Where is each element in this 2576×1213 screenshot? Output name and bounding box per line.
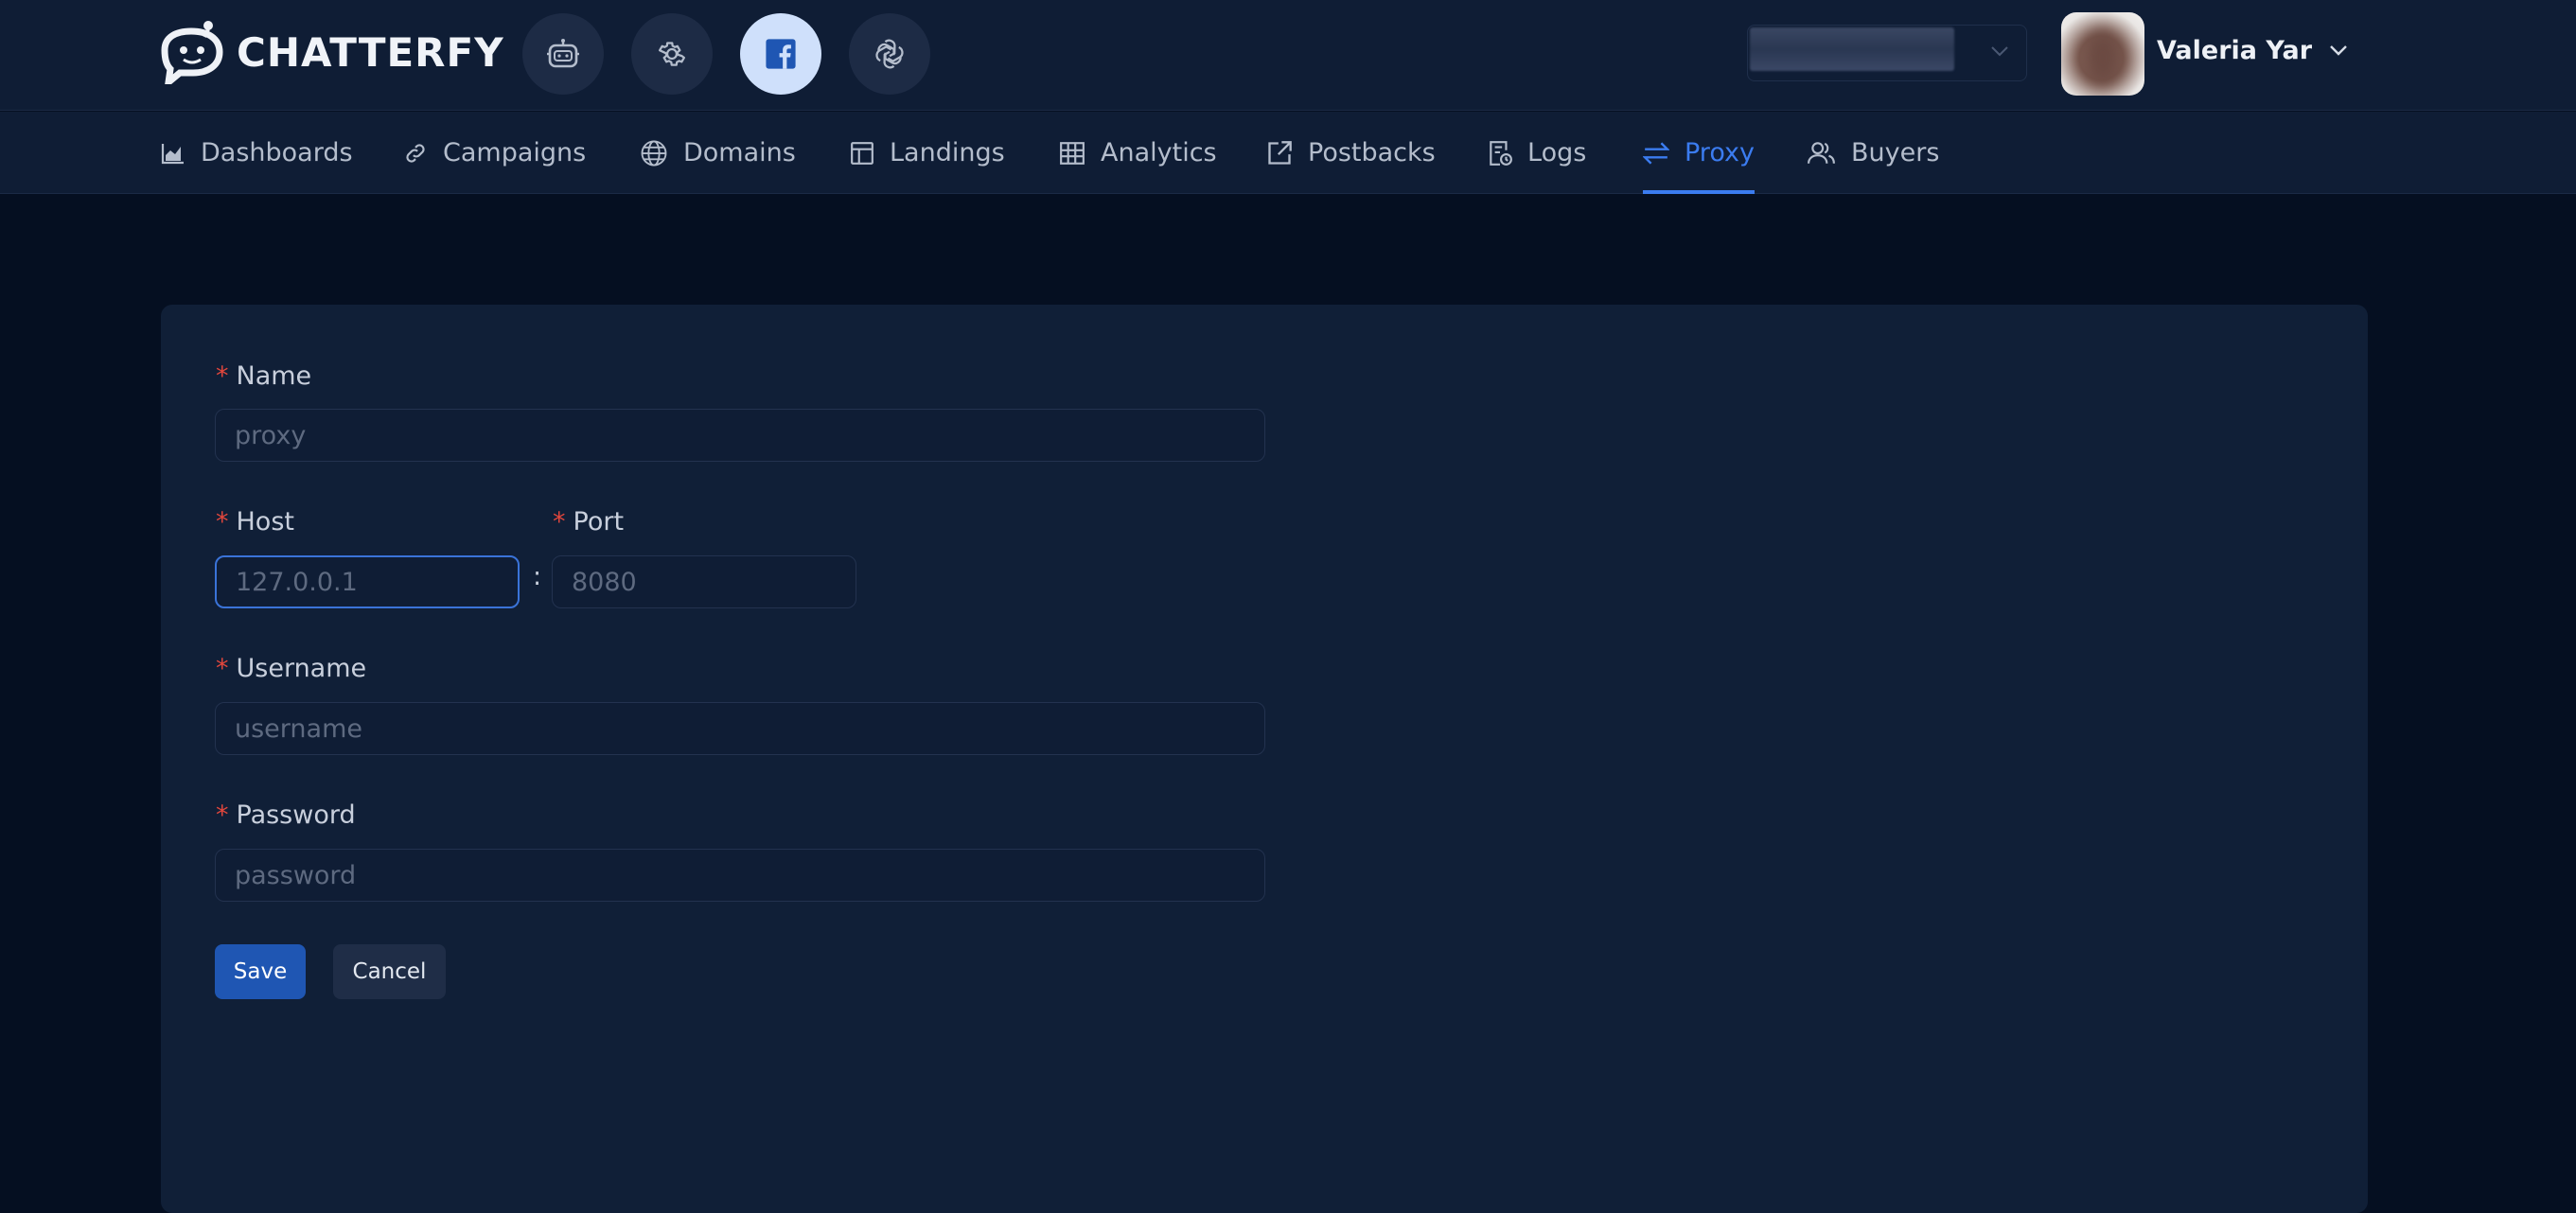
- nav-item-label: Buyers: [1851, 138, 1940, 167]
- bot-tool-button[interactable]: [522, 13, 604, 95]
- required-mark: *: [216, 654, 229, 683]
- nav-item-label: Postbacks: [1308, 138, 1436, 167]
- chevron-down-icon: [1991, 46, 2008, 57]
- chart-icon: [161, 143, 184, 164]
- nav-item-proxy[interactable]: Proxy: [1643, 112, 1755, 194]
- external-link-icon: [1268, 140, 1292, 165]
- globe-icon: [641, 140, 667, 166]
- nav-item-postbacks[interactable]: Postbacks: [1266, 112, 1436, 194]
- top-bar: CHATTERFY Valeria Yar: [0, 0, 2576, 111]
- table-icon: [1060, 141, 1085, 165]
- log-file-icon: [1490, 140, 1512, 166]
- settings-tool-button[interactable]: [631, 13, 713, 95]
- nav-item-domains[interactable]: Domains: [640, 112, 796, 194]
- openai-icon: [875, 39, 904, 69]
- name-label: * Name: [216, 361, 312, 391]
- brand-name: CHATTERFY: [237, 28, 504, 76]
- username-label: * Username: [216, 654, 367, 683]
- nav-item-logs[interactable]: Logs: [1488, 112, 1586, 194]
- password-label: * Password: [216, 800, 356, 830]
- name-input[interactable]: [215, 409, 1265, 462]
- host-port-separator: :: [533, 562, 542, 591]
- proxy-form-card: *Name *Host : *Port *Username *Password …: [161, 305, 2368, 1213]
- cancel-button[interactable]: Cancel: [333, 944, 446, 999]
- nav-item-label: Landings: [890, 138, 1005, 167]
- nav-item-label: Campaigns: [443, 138, 587, 167]
- nav-item-landings[interactable]: Landings: [850, 112, 1005, 194]
- users-icon: [1808, 141, 1835, 164]
- swap-icon: [1643, 141, 1669, 165]
- nav-item-dashboards[interactable]: Dashboards: [161, 112, 353, 194]
- host-label: * Host: [216, 507, 294, 536]
- required-mark: *: [216, 507, 229, 536]
- chevron-down-icon[interactable]: [2328, 44, 2349, 57]
- layout-icon: [851, 141, 873, 165]
- required-mark: *: [216, 361, 229, 391]
- gear-icon: [658, 42, 686, 66]
- facebook-icon: [766, 39, 796, 69]
- robot-icon: [547, 39, 579, 68]
- nav-item-label: Proxy: [1685, 138, 1755, 167]
- brand-logo[interactable]: CHATTERFY: [159, 19, 504, 85]
- user-name[interactable]: Valeria Yar: [2157, 36, 2312, 65]
- facebook-tool-button[interactable]: [740, 13, 821, 95]
- host-input[interactable]: [215, 555, 520, 608]
- chatbot-logo-icon: [161, 21, 223, 84]
- workspace-select[interactable]: [1747, 25, 2027, 81]
- main-nav: Dashboards Campaigns Domains Landings An…: [0, 112, 2576, 194]
- nav-item-buyers[interactable]: Buyers: [1808, 112, 1939, 194]
- avatar[interactable]: [2061, 12, 2144, 96]
- port-input[interactable]: [552, 555, 856, 608]
- nav-item-analytics[interactable]: Analytics: [1059, 112, 1217, 194]
- nav-item-label: Dashboards: [201, 138, 353, 167]
- required-mark: *: [216, 800, 229, 830]
- nav-item-label: Analytics: [1101, 138, 1217, 167]
- save-button[interactable]: Save: [215, 944, 306, 999]
- workspace-name-redacted: [1750, 27, 1954, 71]
- link-icon: [406, 143, 425, 163]
- required-mark: *: [553, 507, 566, 536]
- openai-tool-button[interactable]: [849, 13, 930, 95]
- nav-item-label: Domains: [683, 138, 796, 167]
- username-input[interactable]: [215, 702, 1265, 755]
- nav-item-campaigns[interactable]: Campaigns: [403, 112, 586, 194]
- nav-item-label: Logs: [1527, 138, 1587, 167]
- password-input[interactable]: [215, 849, 1265, 902]
- port-label: * Port: [553, 507, 625, 536]
